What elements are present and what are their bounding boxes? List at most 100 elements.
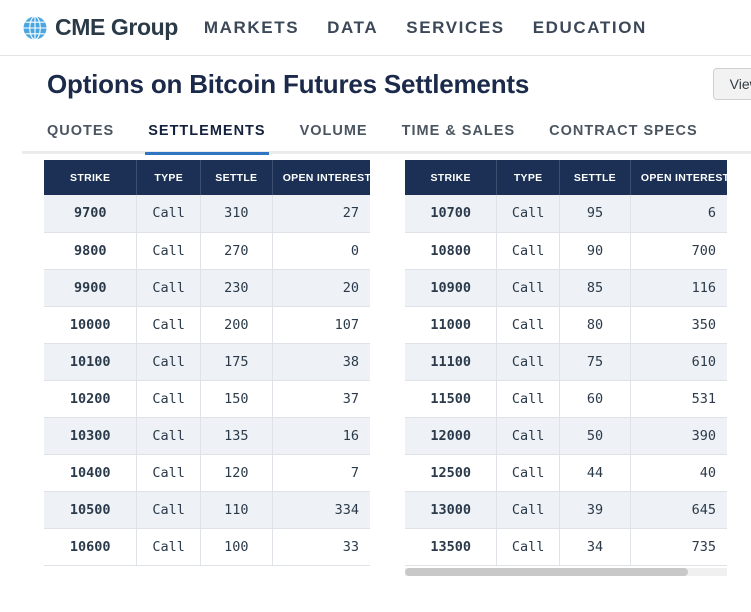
cell-settle: 80: [560, 306, 631, 343]
cell-settle: 230: [200, 269, 272, 306]
tab-settlements[interactable]: SETTLEMENTS: [148, 112, 265, 161]
nav-item-services[interactable]: SERVICES: [406, 18, 504, 38]
view-announcements-button[interactable]: View An: [713, 68, 751, 100]
cell-settle: 75: [560, 343, 631, 380]
cell-open-interest: 7: [272, 454, 370, 491]
column-header-settle[interactable]: SETTLE: [200, 160, 272, 195]
tab-volume[interactable]: VOLUME: [300, 112, 368, 161]
table-row[interactable]: 9900Call23020: [44, 269, 370, 306]
cell-strike: 9800: [44, 232, 137, 269]
table-row[interactable]: 13500Call34735: [405, 528, 727, 565]
tab-time-and-sales[interactable]: TIME & SALES: [402, 112, 516, 161]
cell-strike: 10400: [44, 454, 137, 491]
cell-settle: 175: [200, 343, 272, 380]
cell-settle: 95: [560, 195, 631, 232]
table-row[interactable]: 11000Call80350: [405, 306, 727, 343]
settlements-table-right-wrapper: STRIKE TYPE SETTLE OPEN INTEREST 10700Ca…: [405, 160, 727, 566]
cell-open-interest: 645: [630, 491, 727, 528]
cell-type: Call: [497, 417, 560, 454]
cell-type: Call: [497, 195, 560, 232]
cell-type: Call: [137, 269, 201, 306]
page-header: Options on Bitcoin Futures Settlements V…: [0, 56, 751, 112]
table-row[interactable]: 10000Call200107: [44, 306, 370, 343]
cell-open-interest: 16: [272, 417, 370, 454]
tab-bar: QUOTES SETTLEMENTS VOLUME TIME & SALES C…: [0, 112, 751, 160]
cell-settle: 90: [560, 232, 631, 269]
table-row[interactable]: 13000Call39645: [405, 491, 727, 528]
cell-settle: 200: [200, 306, 272, 343]
cell-open-interest: 350: [630, 306, 727, 343]
table-row[interactable]: 12500Call4440: [405, 454, 727, 491]
table-row[interactable]: 10500Call110334: [44, 491, 370, 528]
cell-strike: 11100: [405, 343, 497, 380]
table-row[interactable]: 10400Call1207: [44, 454, 370, 491]
cell-type: Call: [497, 232, 560, 269]
nav-item-data[interactable]: DATA: [327, 18, 378, 38]
table-row[interactable]: 10100Call17538: [44, 343, 370, 380]
column-header-settle[interactable]: SETTLE: [560, 160, 631, 195]
cell-strike: 12000: [405, 417, 497, 454]
table-body-left: 9700Call310279800Call27009900Call2302010…: [44, 195, 370, 565]
cell-open-interest: 37: [272, 380, 370, 417]
cell-strike: 10000: [44, 306, 137, 343]
nav-links: MARKETS DATA SERVICES EDUCATION: [204, 18, 647, 38]
table-row[interactable]: 10600Call10033: [44, 528, 370, 565]
column-header-open-interest[interactable]: OPEN INTEREST: [272, 160, 370, 195]
settlements-table-right: STRIKE TYPE SETTLE OPEN INTEREST 10700Ca…: [405, 160, 727, 566]
cell-open-interest: 735: [630, 528, 727, 565]
column-header-type[interactable]: TYPE: [137, 160, 201, 195]
table-header-row: STRIKE TYPE SETTLE OPEN INTEREST: [405, 160, 727, 195]
cell-settle: 39: [560, 491, 631, 528]
cell-strike: 11000: [405, 306, 497, 343]
cell-type: Call: [137, 195, 201, 232]
horizontal-scrollbar[interactable]: [405, 568, 727, 576]
cell-open-interest: 0: [272, 232, 370, 269]
cme-group-logo[interactable]: CME Group: [22, 14, 178, 41]
cell-strike: 10500: [44, 491, 137, 528]
cell-settle: 120: [200, 454, 272, 491]
cell-settle: 310: [200, 195, 272, 232]
cell-open-interest: 700: [630, 232, 727, 269]
settlements-table-left-wrapper: STRIKE TYPE SETTLE OPEN INTEREST 9700Cal…: [44, 160, 370, 566]
cell-strike: 10300: [44, 417, 137, 454]
cell-settle: 85: [560, 269, 631, 306]
nav-item-markets[interactable]: MARKETS: [204, 18, 299, 38]
column-header-type[interactable]: TYPE: [497, 160, 560, 195]
table-row[interactable]: 10900Call85116: [405, 269, 727, 306]
table-row[interactable]: 9700Call31027: [44, 195, 370, 232]
cell-type: Call: [497, 454, 560, 491]
column-header-strike[interactable]: STRIKE: [44, 160, 137, 195]
scrollbar-thumb[interactable]: [405, 568, 688, 576]
cell-strike: 13500: [405, 528, 497, 565]
top-navigation-bar: CME Group MARKETS DATA SERVICES EDUCATIO…: [0, 0, 751, 56]
table-row[interactable]: 10200Call15037: [44, 380, 370, 417]
cell-strike: 10700: [405, 195, 497, 232]
globe-icon: [22, 15, 48, 41]
table-row[interactable]: 11100Call75610: [405, 343, 727, 380]
cell-open-interest: 20: [272, 269, 370, 306]
table-row[interactable]: 10700Call956: [405, 195, 727, 232]
column-header-open-interest[interactable]: OPEN INTEREST: [630, 160, 727, 195]
table-row[interactable]: 9800Call2700: [44, 232, 370, 269]
cell-type: Call: [137, 417, 201, 454]
cell-type: Call: [497, 491, 560, 528]
cell-strike: 9700: [44, 195, 137, 232]
page-title: Options on Bitcoin Futures Settlements: [47, 69, 529, 100]
table-row[interactable]: 10300Call13516: [44, 417, 370, 454]
nav-item-education[interactable]: EDUCATION: [533, 18, 647, 38]
tab-contract-specs[interactable]: CONTRACT SPECS: [549, 112, 698, 161]
table-row[interactable]: 10800Call90700: [405, 232, 727, 269]
cell-type: Call: [137, 306, 201, 343]
cell-type: Call: [497, 528, 560, 565]
cell-settle: 100: [200, 528, 272, 565]
tab-quotes[interactable]: QUOTES: [47, 112, 114, 161]
cell-type: Call: [137, 528, 201, 565]
column-header-strike[interactable]: STRIKE: [405, 160, 497, 195]
cell-strike: 13000: [405, 491, 497, 528]
cell-open-interest: 334: [272, 491, 370, 528]
table-row[interactable]: 11500Call60531: [405, 380, 727, 417]
cell-open-interest: 107: [272, 306, 370, 343]
table-row[interactable]: 12000Call50390: [405, 417, 727, 454]
cell-type: Call: [137, 454, 201, 491]
cell-open-interest: 390: [630, 417, 727, 454]
